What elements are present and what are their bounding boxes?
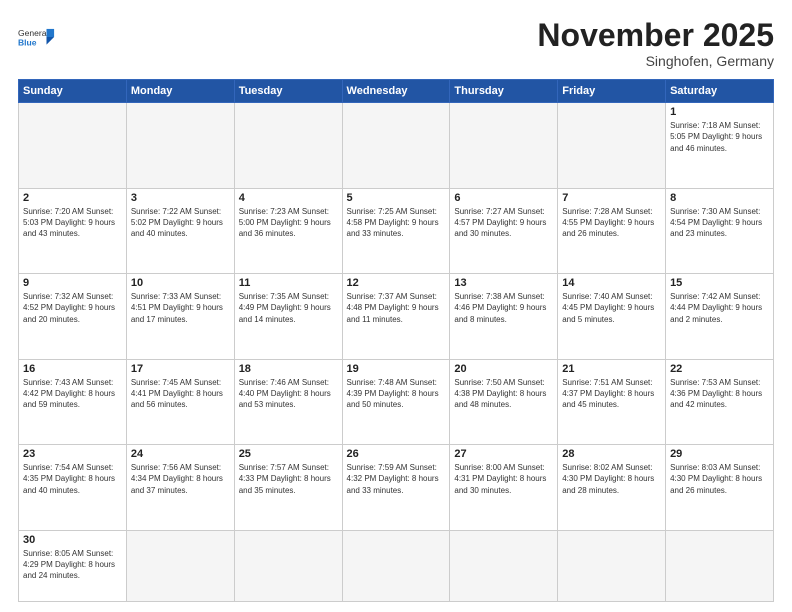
- empty-cell: [342, 530, 450, 601]
- day-25: 25 Sunrise: 7:57 AM Sunset: 4:33 PM Dayl…: [234, 445, 342, 531]
- weekday-header-row: Sunday Monday Tuesday Wednesday Thursday…: [19, 80, 774, 103]
- empty-cell: [126, 530, 234, 601]
- day-22: 22 Sunrise: 7:53 AM Sunset: 4:36 PM Dayl…: [666, 359, 774, 445]
- day-13: 13 Sunrise: 7:38 AM Sunset: 4:46 PM Dayl…: [450, 274, 558, 360]
- calendar-table: Sunday Monday Tuesday Wednesday Thursday…: [18, 79, 774, 602]
- day-19: 19 Sunrise: 7:48 AM Sunset: 4:39 PM Dayl…: [342, 359, 450, 445]
- empty-cell: [234, 530, 342, 601]
- day-11: 11 Sunrise: 7:35 AM Sunset: 4:49 PM Dayl…: [234, 274, 342, 360]
- day-2: 2 Sunrise: 7:20 AM Sunset: 5:03 PM Dayli…: [19, 188, 127, 274]
- day-10: 10 Sunrise: 7:33 AM Sunset: 4:51 PM Dayl…: [126, 274, 234, 360]
- empty-cell: [342, 103, 450, 189]
- header-friday: Friday: [558, 80, 666, 103]
- month-title: November 2025: [537, 18, 774, 53]
- empty-cell: [450, 103, 558, 189]
- day-4: 4 Sunrise: 7:23 AM Sunset: 5:00 PM Dayli…: [234, 188, 342, 274]
- day-12: 12 Sunrise: 7:37 AM Sunset: 4:48 PM Dayl…: [342, 274, 450, 360]
- day-7: 7 Sunrise: 7:28 AM Sunset: 4:55 PM Dayli…: [558, 188, 666, 274]
- day-6: 6 Sunrise: 7:27 AM Sunset: 4:57 PM Dayli…: [450, 188, 558, 274]
- empty-cell: [19, 103, 127, 189]
- day-26: 26 Sunrise: 7:59 AM Sunset: 4:32 PM Dayl…: [342, 445, 450, 531]
- day-23: 23 Sunrise: 7:54 AM Sunset: 4:35 PM Dayl…: [19, 445, 127, 531]
- header: GeneralBlue November 2025 Singhofen, Ger…: [18, 18, 774, 69]
- header-saturday: Saturday: [666, 80, 774, 103]
- calendar-row-2: 2 Sunrise: 7:20 AM Sunset: 5:03 PM Dayli…: [19, 188, 774, 274]
- header-tuesday: Tuesday: [234, 80, 342, 103]
- day-16: 16 Sunrise: 7:43 AM Sunset: 4:42 PM Dayl…: [19, 359, 127, 445]
- empty-cell: [126, 103, 234, 189]
- day-17: 17 Sunrise: 7:45 AM Sunset: 4:41 PM Dayl…: [126, 359, 234, 445]
- calendar-row-1: 1 Sunrise: 7:18 AM Sunset: 5:05 PM Dayli…: [19, 103, 774, 189]
- logo-icon: GeneralBlue: [18, 18, 56, 56]
- calendar-row-3: 9 Sunrise: 7:32 AM Sunset: 4:52 PM Dayli…: [19, 274, 774, 360]
- day-18: 18 Sunrise: 7:46 AM Sunset: 4:40 PM Dayl…: [234, 359, 342, 445]
- title-block: November 2025 Singhofen, Germany: [537, 18, 774, 69]
- day-28: 28 Sunrise: 8:02 AM Sunset: 4:30 PM Dayl…: [558, 445, 666, 531]
- subtitle: Singhofen, Germany: [537, 53, 774, 69]
- header-thursday: Thursday: [450, 80, 558, 103]
- day-1: 1 Sunrise: 7:18 AM Sunset: 5:05 PM Dayli…: [666, 103, 774, 189]
- header-sunday: Sunday: [19, 80, 127, 103]
- day-8: 8 Sunrise: 7:30 AM Sunset: 4:54 PM Dayli…: [666, 188, 774, 274]
- day-14: 14 Sunrise: 7:40 AM Sunset: 4:45 PM Dayl…: [558, 274, 666, 360]
- empty-cell: [450, 530, 558, 601]
- day-3: 3 Sunrise: 7:22 AM Sunset: 5:02 PM Dayli…: [126, 188, 234, 274]
- empty-cell: [666, 530, 774, 601]
- day-9: 9 Sunrise: 7:32 AM Sunset: 4:52 PM Dayli…: [19, 274, 127, 360]
- day-24: 24 Sunrise: 7:56 AM Sunset: 4:34 PM Dayl…: [126, 445, 234, 531]
- day-15: 15 Sunrise: 7:42 AM Sunset: 4:44 PM Dayl…: [666, 274, 774, 360]
- logo: GeneralBlue: [18, 18, 56, 56]
- calendar-row-6: 30 Sunrise: 8:05 AM Sunset: 4:29 PM Dayl…: [19, 530, 774, 601]
- day-5: 5 Sunrise: 7:25 AM Sunset: 4:58 PM Dayli…: [342, 188, 450, 274]
- empty-cell: [558, 103, 666, 189]
- day-29: 29 Sunrise: 8:03 AM Sunset: 4:30 PM Dayl…: [666, 445, 774, 531]
- day-21: 21 Sunrise: 7:51 AM Sunset: 4:37 PM Dayl…: [558, 359, 666, 445]
- calendar-row-5: 23 Sunrise: 7:54 AM Sunset: 4:35 PM Dayl…: [19, 445, 774, 531]
- empty-cell: [558, 530, 666, 601]
- header-monday: Monday: [126, 80, 234, 103]
- day-27: 27 Sunrise: 8:00 AM Sunset: 4:31 PM Dayl…: [450, 445, 558, 531]
- calendar-row-4: 16 Sunrise: 7:43 AM Sunset: 4:42 PM Dayl…: [19, 359, 774, 445]
- empty-cell: [234, 103, 342, 189]
- svg-text:Blue: Blue: [18, 38, 37, 48]
- header-wednesday: Wednesday: [342, 80, 450, 103]
- page: GeneralBlue November 2025 Singhofen, Ger…: [0, 0, 792, 612]
- day-30: 30 Sunrise: 8:05 AM Sunset: 4:29 PM Dayl…: [19, 530, 127, 601]
- day-20: 20 Sunrise: 7:50 AM Sunset: 4:38 PM Dayl…: [450, 359, 558, 445]
- svg-text:General: General: [18, 28, 49, 38]
